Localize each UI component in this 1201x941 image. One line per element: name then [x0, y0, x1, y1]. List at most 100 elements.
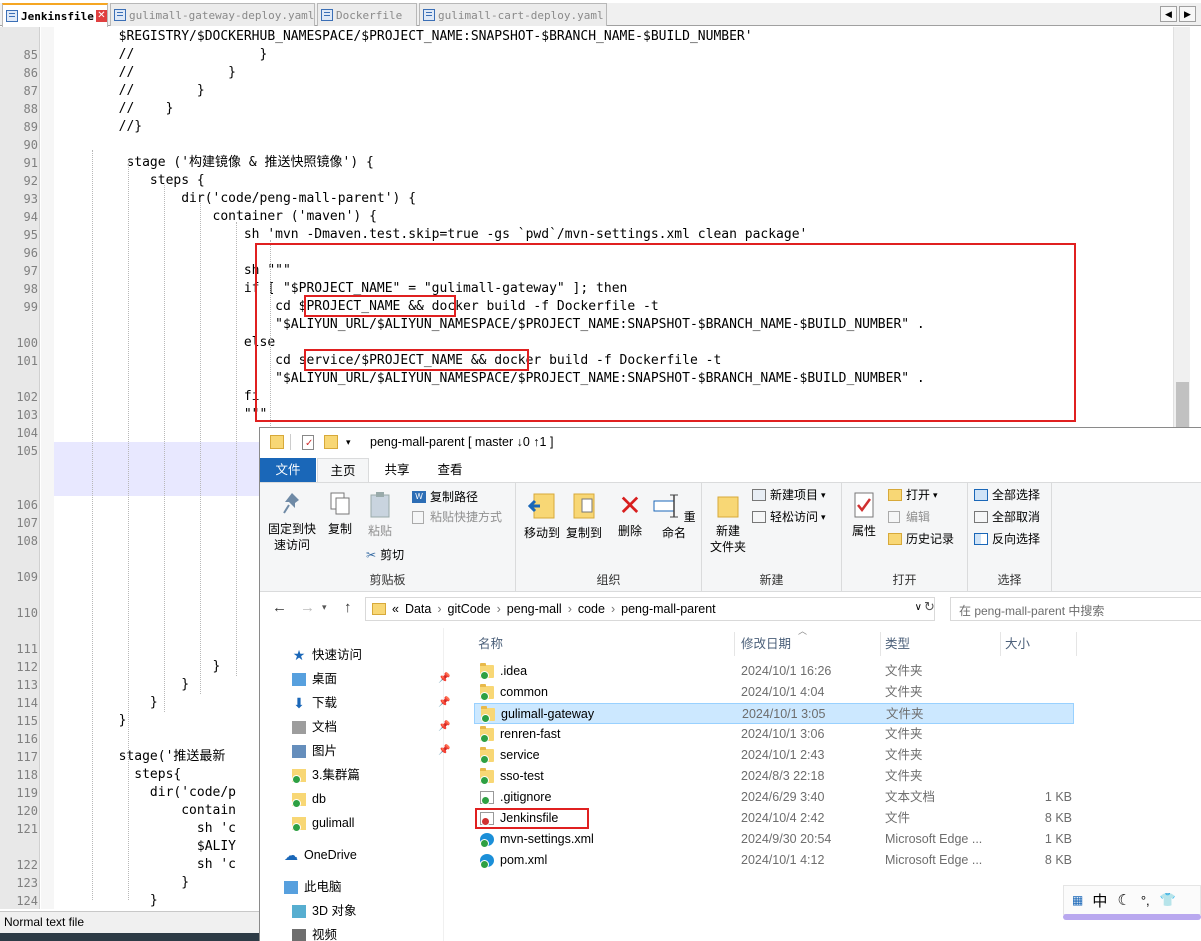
- highlight-box-shell-block: [255, 243, 1076, 422]
- pin-icon[interactable]: 📌: [438, 740, 450, 762]
- tab-cart-deploy[interactable]: gulimall-cart-deploy.yaml: [419, 3, 607, 26]
- search-input[interactable]: 在 peng-mall-parent 中搜索: [950, 597, 1201, 621]
- column-name[interactable]: 名称: [474, 632, 735, 656]
- column-size[interactable]: 大小: [1001, 632, 1077, 656]
- new-folder-button[interactable]: 新建 文件夹: [708, 491, 748, 555]
- moon-icon[interactable]: ☾: [1117, 891, 1130, 909]
- nav-item[interactable]: 视频: [292, 924, 337, 941]
- file-row[interactable]: .gitignore 2024/6/29 3:40 文本文档 1 KB: [474, 787, 1074, 808]
- nav-item[interactable]: 3.集群篇: [292, 764, 360, 786]
- nav-item[interactable]: 桌面 📌: [292, 668, 450, 690]
- select-all-button[interactable]: 全部选择: [974, 485, 1040, 505]
- nav-item[interactable]: ☁ OneDrive: [284, 844, 357, 866]
- history-button[interactable]: 历史记录: [888, 529, 954, 549]
- rename-button[interactable]: 重命名: [652, 491, 696, 541]
- file-row[interactable]: common 2024/10/1 4:04 文件夹: [474, 682, 1074, 703]
- nav-label: 3.集群篇: [312, 768, 360, 782]
- tab-jenkinsfile[interactable]: Jenkinsfile ✕: [2, 3, 108, 27]
- nav-item[interactable]: 3D 对象: [292, 900, 356, 922]
- file-row[interactable]: renren-fast 2024/10/1 3:06 文件夹: [474, 724, 1074, 745]
- address-dropdown-icon[interactable]: ∨: [915, 602, 922, 613]
- breadcrumb-separator-icon[interactable]: ›: [497, 602, 501, 616]
- up-arrow-icon[interactable]: ↑: [344, 599, 352, 616]
- pin-icon[interactable]: 📌: [438, 716, 450, 738]
- qa-dropdown-icon[interactable]: ▾: [346, 437, 351, 448]
- nav-label: 此电脑: [304, 880, 342, 894]
- open-button[interactable]: 打开 ▾: [888, 485, 938, 505]
- punctuation-icon[interactable]: °,: [1141, 893, 1150, 908]
- nav-item[interactable]: ★ 快速访问: [292, 644, 362, 666]
- tab-gateway-deploy[interactable]: gulimall-gateway-deploy.yaml: [110, 3, 315, 26]
- nav-item[interactable]: db: [292, 788, 326, 810]
- breadcrumb-separator-icon[interactable]: ›: [568, 602, 572, 616]
- file-type: 文件夹: [885, 769, 923, 783]
- computer-icon: [284, 880, 298, 894]
- nav-item[interactable]: gulimall: [292, 812, 354, 834]
- address-bar[interactable]: « Data › gitCode › peng-mall › code › peng-m…: [365, 597, 935, 621]
- easy-access-button[interactable]: 轻松访问 ▾: [752, 507, 826, 527]
- tab-home[interactable]: 主页: [317, 458, 369, 482]
- move-to-button[interactable]: 移动到: [522, 491, 562, 541]
- nav-item[interactable]: ⬇ 下载 📌: [292, 692, 450, 714]
- nav-item[interactable]: 文档 📌: [292, 716, 450, 738]
- cut-button[interactable]: ✂ 剪切: [366, 545, 404, 565]
- line-number: [0, 28, 38, 46]
- ime-mode-label[interactable]: 中: [1092, 890, 1107, 911]
- breadcrumb-data[interactable]: Data: [405, 602, 431, 616]
- edit-button[interactable]: 编辑: [888, 507, 930, 527]
- new-folder-qa-icon[interactable]: [324, 435, 338, 449]
- copy-to-button[interactable]: 复制到: [564, 491, 604, 541]
- address-overflow[interactable]: «: [392, 602, 399, 616]
- tab-view[interactable]: 查看: [425, 458, 475, 482]
- shirt-icon[interactable]: 👕: [1160, 892, 1176, 908]
- tab-dockerfile[interactable]: Dockerfile: [317, 3, 417, 26]
- windows-grid-icon[interactable]: ▦: [1072, 893, 1083, 907]
- file-row[interactable]: sso-test 2024/8/3 22:18 文件夹: [474, 766, 1074, 787]
- breadcrumb-peng-mall[interactable]: peng-mall: [507, 602, 562, 616]
- group-new: 新建 文件夹 新建项目 ▾ 轻松访问 ▾ 新建: [702, 483, 842, 591]
- nav-item[interactable]: 图片 📌: [292, 740, 450, 762]
- nav-item[interactable]: 此电脑: [284, 876, 342, 898]
- properties-qa-icon[interactable]: ✓: [302, 435, 314, 450]
- line-number: 96: [23, 246, 38, 260]
- file-row[interactable]: mvn-settings.xml 2024/9/30 20:54 Microsoft…: [474, 829, 1074, 850]
- back-arrow-icon[interactable]: ←: [272, 599, 287, 616]
- current-line-highlight: [54, 442, 259, 496]
- paste-shortcut-button[interactable]: 粘贴快捷方式: [412, 507, 502, 527]
- refresh-icon[interactable]: ↻: [924, 599, 935, 615]
- breadcrumb-code[interactable]: code: [578, 602, 605, 616]
- edge-icon: [480, 854, 494, 869]
- close-tab-icon[interactable]: ✕: [95, 10, 107, 22]
- properties-button[interactable]: 属性: [846, 491, 882, 539]
- copy-path-button[interactable]: W 复制路径: [412, 487, 478, 507]
- breadcrumb-peng-mall-parent[interactable]: peng-mall-parent: [621, 602, 716, 616]
- column-date-modified[interactable]: 修改日期: [737, 632, 881, 656]
- column-type[interactable]: 类型: [881, 632, 1001, 656]
- button-label: 反向选择: [992, 532, 1041, 546]
- tab-scroll-left-icon[interactable]: ◀: [1160, 6, 1177, 22]
- breadcrumb-separator-icon[interactable]: ›: [437, 602, 441, 616]
- delete-button[interactable]: ✕ 删除: [612, 491, 648, 539]
- invert-selection-button[interactable]: 反向选择: [974, 529, 1040, 549]
- tab-scroll-right-icon[interactable]: ▶: [1179, 6, 1196, 22]
- file-row[interactable]: gulimall-gateway 2024/10/1 3:05 文件夹: [474, 703, 1074, 724]
- paste-button[interactable]: 粘贴: [362, 491, 398, 539]
- tab-share[interactable]: 共享: [372, 458, 422, 482]
- pin-icon[interactable]: 📌: [438, 692, 450, 714]
- code-line: sh 'c: [56, 821, 237, 836]
- pin-icon[interactable]: 📌: [438, 668, 450, 690]
- file-row[interactable]: pom.xml 2024/10/1 4:12 Microsoft Edge ... 8…: [474, 850, 1074, 871]
- button-label: 新建 文件夹: [709, 524, 746, 554]
- file-row[interactable]: service 2024/10/1 2:43 文件夹: [474, 745, 1074, 766]
- select-none-button[interactable]: 全部取消: [974, 507, 1040, 527]
- copy-button[interactable]: 复制: [322, 491, 358, 537]
- breadcrumb-gitcode[interactable]: gitCode: [448, 602, 491, 616]
- forward-arrow-icon[interactable]: →: [300, 599, 315, 616]
- file-row[interactable]: .idea 2024/10/1 16:26 文件夹: [474, 661, 1074, 682]
- tab-file[interactable]: 文件: [260, 458, 316, 482]
- new-item-button[interactable]: 新建项目 ▾: [752, 485, 826, 505]
- breadcrumb-separator-icon[interactable]: ›: [611, 602, 615, 616]
- pin-to-quick-access-button[interactable]: 固定到快 速访问: [266, 491, 318, 553]
- recent-locations-chevron-icon[interactable]: ▾: [322, 602, 327, 613]
- line-number: 121: [16, 822, 38, 836]
